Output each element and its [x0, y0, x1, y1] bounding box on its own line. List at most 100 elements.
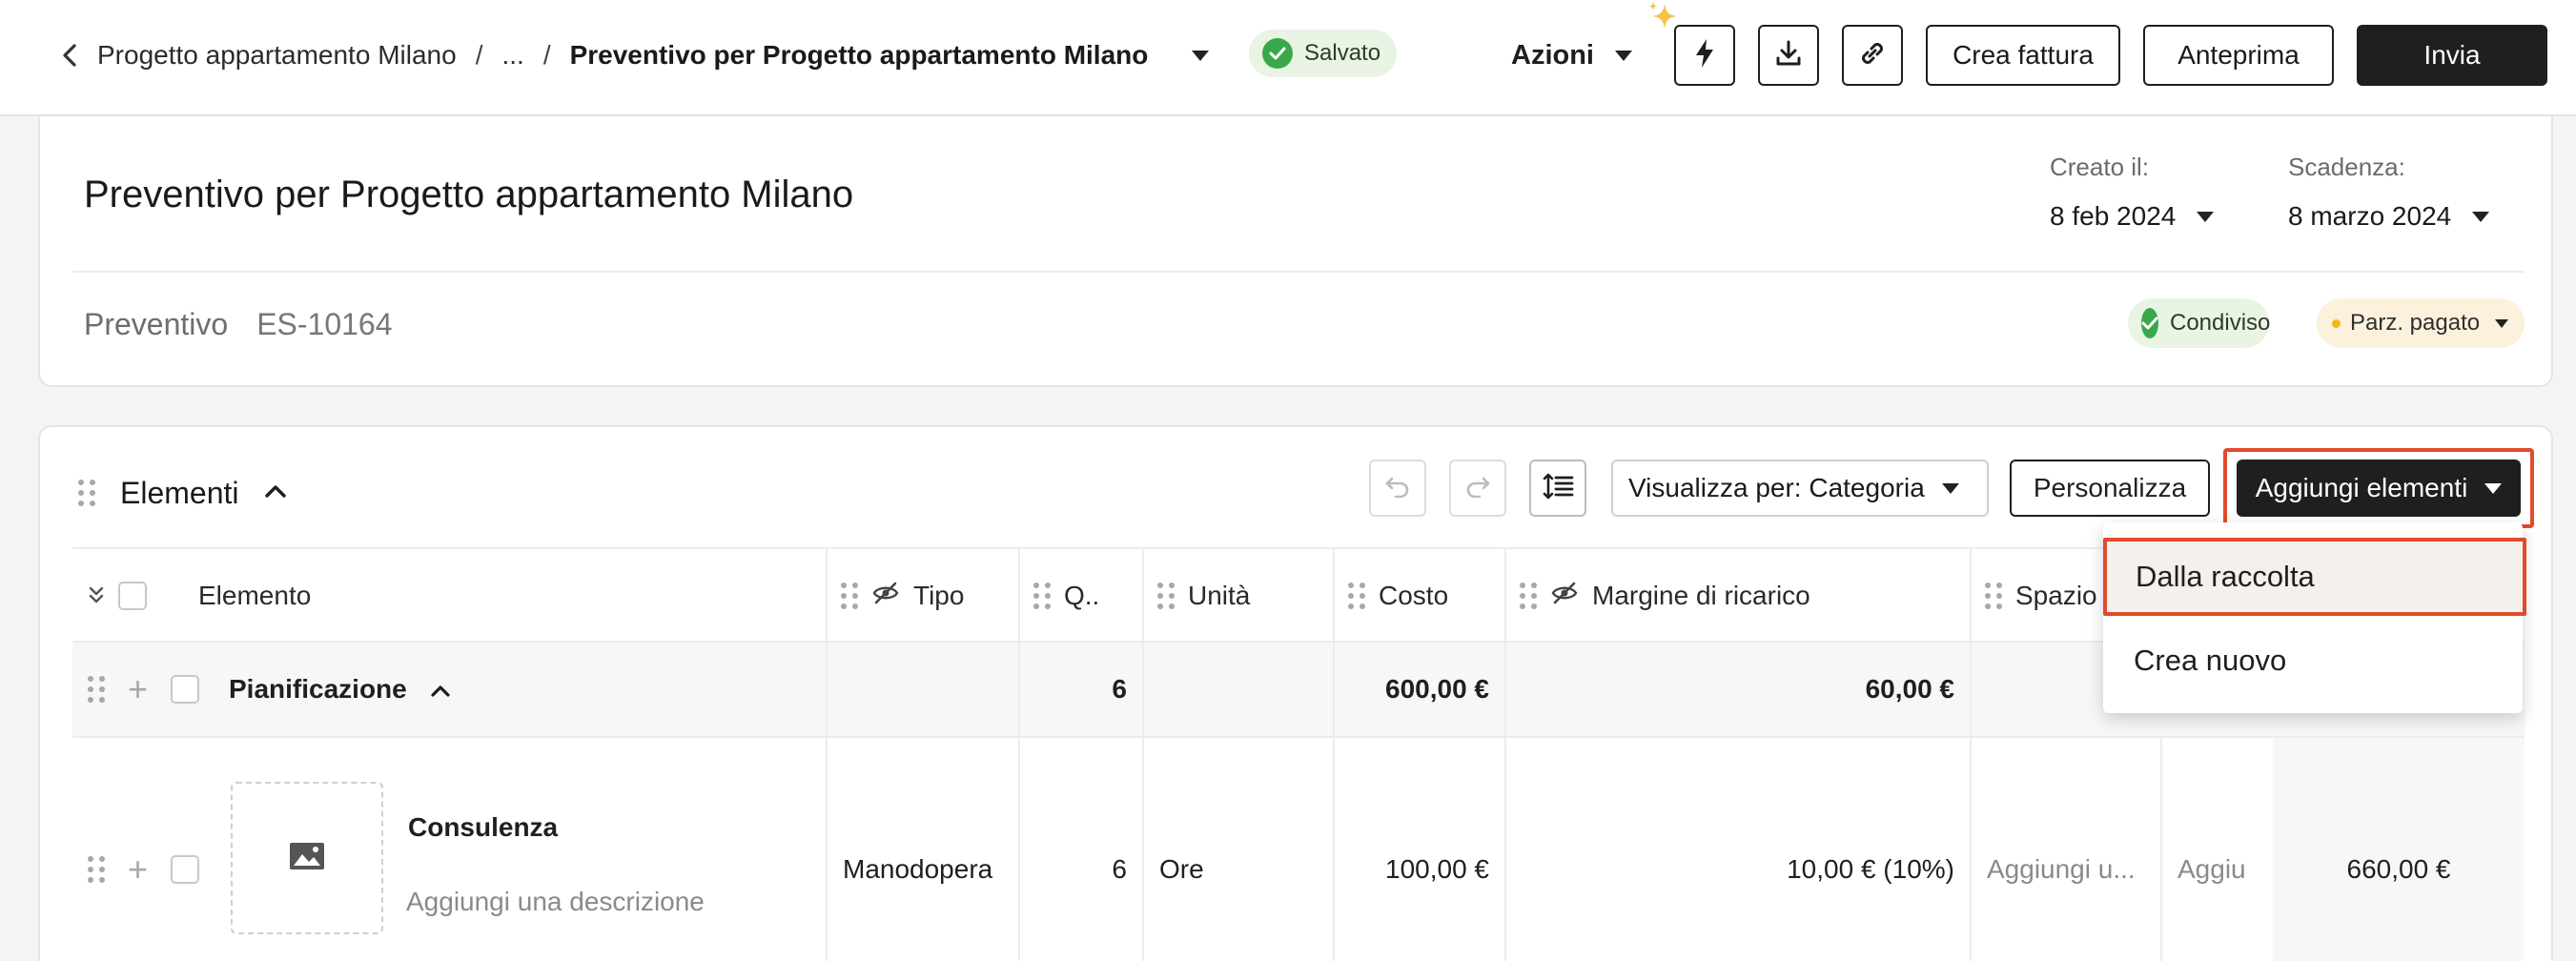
- chevron-down-icon: [1941, 482, 1959, 494]
- column-header-qty[interactable]: Q..: [1018, 549, 1142, 643]
- divider: [72, 271, 2525, 273]
- group-cost-cell: 600,00 €: [1333, 643, 1504, 736]
- page-title[interactable]: Preventivo per Progetto appartamento Mil…: [84, 174, 853, 216]
- image-icon: [289, 842, 325, 875]
- item-image-placeholder[interactable]: [231, 782, 383, 934]
- item-description-input[interactable]: Aggiungi una descrizione: [406, 887, 705, 917]
- row-checkbox[interactable]: [171, 855, 200, 884]
- check-circle-icon: [2141, 308, 2158, 338]
- chevron-down-icon: [2197, 211, 2215, 222]
- item-qty-cell[interactable]: 6: [1018, 738, 1142, 961]
- drag-handle-icon[interactable]: [1520, 583, 1537, 609]
- table-row[interactable]: + Consulenza Aggiungi una descrizione Ma…: [72, 738, 2525, 961]
- document-type-label: Preventivo: [84, 307, 229, 341]
- menu-item-from-collection[interactable]: Dalla raccolta: [2103, 538, 2526, 616]
- created-date-block: Creato il: 8 feb 2024: [2050, 153, 2215, 232]
- link-button[interactable]: [1842, 25, 1903, 86]
- chevron-up-icon[interactable]: [264, 483, 287, 503]
- status-dot-icon: [2332, 318, 2341, 328]
- header-controls: [88, 549, 183, 643]
- breadcrumb-separator: /: [542, 40, 551, 70]
- item-type-cell[interactable]: Manodopera: [826, 738, 1018, 961]
- payment-status-dropdown[interactable]: Parz. pagato: [2317, 298, 2525, 348]
- item-unit-cell[interactable]: Ore: [1142, 738, 1333, 961]
- drag-handle-icon[interactable]: [1348, 583, 1365, 609]
- chevron-left-icon[interactable]: [61, 34, 82, 76]
- item-cost-cell[interactable]: 100,00 €: [1333, 738, 1504, 961]
- redo-button[interactable]: [1449, 460, 1506, 517]
- row-controls: +: [88, 643, 212, 736]
- elements-section-header: Elementi: [78, 469, 287, 517]
- undo-button[interactable]: [1369, 460, 1426, 517]
- column-header-unit[interactable]: Unità: [1142, 549, 1333, 643]
- drag-handle-icon[interactable]: [88, 676, 105, 703]
- saved-label: Salvato: [1304, 40, 1381, 66]
- column-header-markup[interactable]: Margine di ricarico: [1504, 549, 1970, 643]
- drag-handle-icon[interactable]: [1033, 583, 1051, 609]
- add-items-label: Aggiungi elementi: [2255, 473, 2468, 502]
- chevron-down-icon: [2484, 482, 2503, 494]
- column-header-cost[interactable]: Costo: [1333, 549, 1504, 643]
- breadcrumb: Progetto appartamento Milano / ... / Pre…: [61, 34, 1210, 76]
- column-label: Spazio: [2015, 581, 2097, 610]
- menu-item-create-new[interactable]: Crea nuovo: [2103, 622, 2523, 700]
- item-space-cell[interactable]: Aggiungi u...: [1970, 738, 2160, 961]
- lightning-button[interactable]: [1674, 25, 1735, 86]
- column-label: Tipo: [913, 581, 965, 610]
- drag-handle-icon[interactable]: [1985, 583, 2002, 609]
- select-all-checkbox[interactable]: [118, 582, 147, 610]
- collapse-all-icon[interactable]: [88, 581, 105, 611]
- group-markup-cell: 60,00 €: [1504, 643, 1970, 736]
- plus-icon[interactable]: +: [128, 672, 148, 706]
- item-total-value: 660,00 €: [2346, 854, 2451, 884]
- drag-handle-icon[interactable]: [88, 856, 105, 883]
- eye-off-icon[interactable]: [1550, 581, 1579, 611]
- item-total-cell: 660,00 €: [2273, 738, 2525, 961]
- payment-status-label: Parz. pagato: [2350, 310, 2481, 336]
- chevron-down-icon: [2472, 211, 2490, 222]
- check-circle-icon: [1262, 38, 1293, 69]
- saved-status-badge: Salvato: [1249, 30, 1397, 77]
- chevron-down-icon[interactable]: [1192, 50, 1210, 61]
- send-button[interactable]: Invia: [2357, 25, 2547, 86]
- add-items-button[interactable]: Aggiungi elementi: [2237, 460, 2521, 517]
- breadcrumb-ellipsis[interactable]: ...: [501, 40, 523, 71]
- drag-handle-icon[interactable]: [1157, 583, 1175, 609]
- item-extra-cell[interactable]: Aggiu: [2160, 738, 2273, 961]
- download-button[interactable]: [1758, 25, 1819, 86]
- item-name[interactable]: Consulenza: [408, 812, 558, 843]
- due-date-picker[interactable]: 8 marzo 2024: [2288, 201, 2490, 232]
- breadcrumb-separator: /: [475, 40, 483, 70]
- quote-header-card: Preventivo per Progetto appartamento Mil…: [38, 116, 2553, 387]
- plus-icon[interactable]: +: [128, 852, 148, 887]
- column-header-type[interactable]: Tipo: [826, 549, 1018, 643]
- column-label: Margine di ricarico: [1592, 581, 1810, 610]
- lightning-icon: [1694, 38, 1715, 73]
- row-checkbox[interactable]: [171, 675, 200, 704]
- created-date-picker[interactable]: 8 feb 2024: [2050, 201, 2215, 232]
- item-markup-cell[interactable]: 10,00 € (10%): [1504, 738, 1970, 961]
- drag-handle-icon[interactable]: [78, 480, 95, 506]
- breadcrumb-current: Preventivo per Progetto appartamento Mil…: [569, 40, 1149, 70]
- create-invoice-button[interactable]: Crea fattura: [1926, 25, 2120, 86]
- eye-off-icon[interactable]: [871, 581, 900, 611]
- column-label: Unità: [1188, 581, 1251, 610]
- column-header-item[interactable]: Elemento: [198, 549, 799, 643]
- shared-label: Condiviso: [2170, 310, 2271, 336]
- chevron-up-icon[interactable]: [430, 674, 451, 705]
- due-date-value: 8 marzo 2024: [2288, 201, 2452, 231]
- line-spacing-button[interactable]: [1529, 460, 1586, 517]
- document-number: ES-10164: [256, 307, 393, 341]
- view-by-select[interactable]: Visualizza per: Categoria: [1611, 460, 1989, 517]
- group-name-cell: Pianificazione: [229, 643, 799, 736]
- undo-icon: [1384, 475, 1411, 502]
- drag-handle-icon[interactable]: [841, 583, 858, 609]
- due-label: Scadenza:: [2288, 153, 2405, 181]
- breadcrumb-parent[interactable]: Progetto appartamento Milano: [97, 40, 457, 71]
- preview-button[interactable]: Anteprima: [2143, 25, 2334, 86]
- created-date-value: 8 feb 2024: [2050, 201, 2177, 231]
- due-date-block: Scadenza: 8 marzo 2024: [2288, 153, 2490, 232]
- group-qty-cell: 6: [1018, 643, 1142, 736]
- actions-menu[interactable]: Azioni: [1511, 34, 1632, 76]
- customize-button[interactable]: Personalizza: [2010, 460, 2210, 517]
